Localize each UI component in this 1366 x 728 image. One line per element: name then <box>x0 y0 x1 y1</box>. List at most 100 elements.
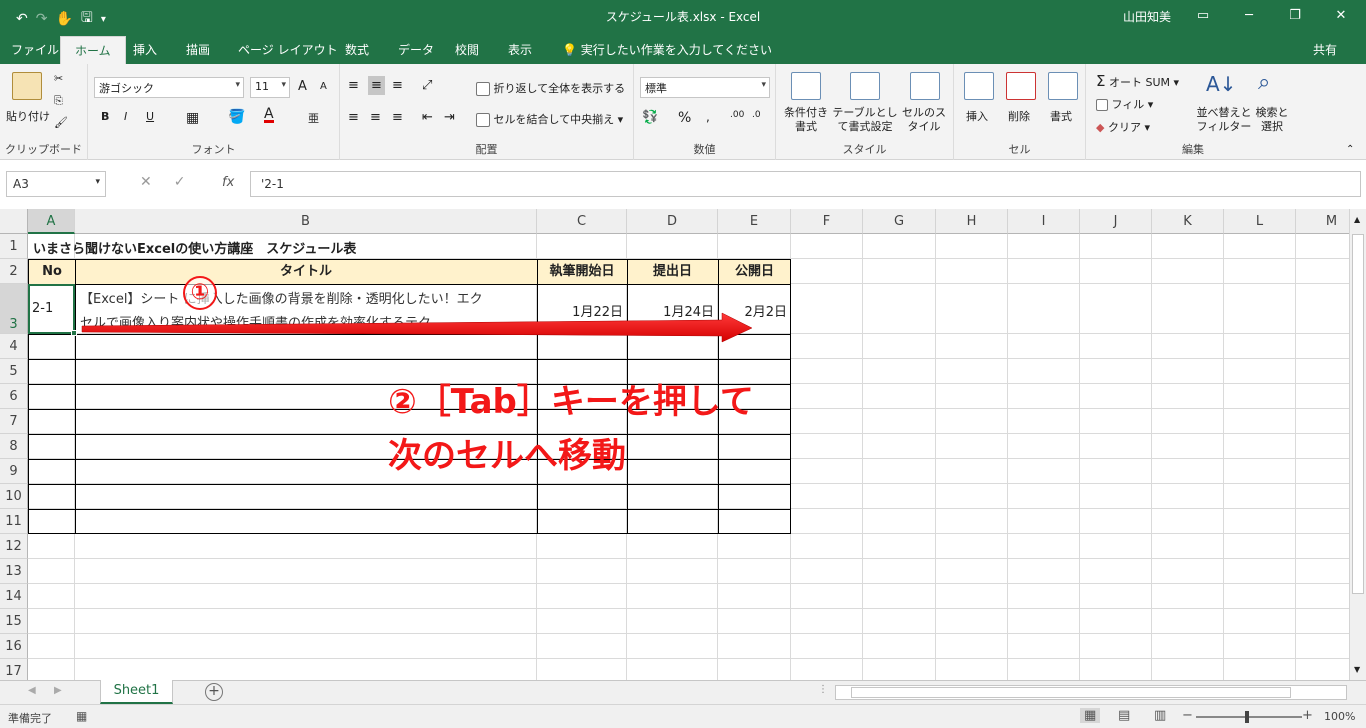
fill-color-icon[interactable]: 🪣 <box>228 109 245 125</box>
row-header-17[interactable]: 17 <box>0 659 28 680</box>
close-button[interactable]: ✕ <box>1318 2 1364 30</box>
format-as-table-icon[interactable] <box>850 72 880 100</box>
tab-formulas[interactable]: 数式 <box>345 41 369 58</box>
column-header-m[interactable]: M <box>1296 209 1349 234</box>
tab-data[interactable]: データ <box>398 41 434 58</box>
tab-file[interactable]: ファイル <box>11 41 59 58</box>
horizontal-scroll-thumb[interactable] <box>851 687 1291 698</box>
orientation-icon[interactable]: ⤢ <box>422 78 432 93</box>
next-sheet-icon[interactable]: ▶ <box>54 685 62 696</box>
restore-button[interactable]: ❐ <box>1272 2 1318 30</box>
row-header-8[interactable]: 8 <box>0 434 28 459</box>
row-header-7[interactable]: 7 <box>0 409 28 434</box>
cell-title-line1[interactable]: 【Excel】シート に挿入した画像の背景を削除・透明化したい！エク <box>80 288 483 307</box>
cell-submit-date[interactable]: 1月24日 <box>627 301 714 320</box>
tab-page-layout[interactable]: ページ レイアウト <box>238 41 338 58</box>
header-start-date[interactable]: 執筆開始日 <box>537 260 627 284</box>
formula-input[interactable]: '2-1 <box>250 171 1361 197</box>
align-bottom-icon[interactable]: ≡ <box>392 78 403 93</box>
page-layout-view-icon[interactable]: ▤ <box>1118 708 1130 723</box>
tab-view[interactable]: 表示 <box>508 41 532 58</box>
find-select-button[interactable]: 検索と選択 <box>1252 106 1292 134</box>
insert-function-button[interactable]: fx <box>222 175 234 190</box>
align-middle-icon[interactable]: ≡ <box>368 76 385 95</box>
tab-draw[interactable]: 描画 <box>186 41 210 58</box>
shrink-font-button[interactable]: A <box>320 81 327 92</box>
row-header-13[interactable]: 13 <box>0 559 28 584</box>
increase-indent-icon[interactable]: ⇥ <box>444 110 455 125</box>
fill-button[interactable]: フィル ▾ <box>1096 96 1153 112</box>
row-header-11[interactable]: 11 <box>0 509 28 534</box>
font-size-select[interactable]: 11 ▾ <box>250 77 290 98</box>
row-header-10[interactable]: 10 <box>0 484 28 509</box>
tell-me-search[interactable]: 💡 実行したい作業を入力してください <box>562 41 772 58</box>
row-header-2[interactable]: 2 <box>0 259 28 284</box>
phonetic-icon[interactable]: 亜 <box>308 110 319 126</box>
row-header-1[interactable]: 1 <box>0 234 28 259</box>
align-top-icon[interactable]: ≡ <box>348 78 359 93</box>
tab-split-handle[interactable]: ⋮ <box>818 684 828 695</box>
format-painter-icon[interactable]: 🖌 <box>54 116 68 129</box>
sheet-tab-sheet1[interactable]: Sheet1 <box>100 680 173 704</box>
collapse-ribbon-icon[interactable]: ⌃ <box>1346 144 1354 155</box>
percent-button[interactable]: % <box>678 110 691 126</box>
cell-publish-date[interactable]: 2月2日 <box>718 301 787 320</box>
header-publish-date[interactable]: 公開日 <box>718 260 791 284</box>
zoom-slider[interactable] <box>1196 716 1302 718</box>
column-header-c[interactable]: C <box>537 209 627 234</box>
normal-view-icon[interactable]: ▦ <box>1080 708 1101 723</box>
row-header-12[interactable]: 12 <box>0 534 28 559</box>
bold-button[interactable]: B <box>101 110 109 123</box>
ribbon-display-icon[interactable]: ▭ <box>1180 2 1226 30</box>
number-format-select[interactable]: 標準 ▾ <box>640 77 770 98</box>
tab-insert[interactable]: 挿入 <box>133 41 157 58</box>
zoom-out-icon[interactable]: − <box>1182 708 1193 723</box>
scroll-down-icon[interactable]: ▼ <box>1354 665 1360 674</box>
zoom-level[interactable]: 100% <box>1324 710 1355 723</box>
share-button[interactable]: 共有 <box>1313 41 1337 58</box>
conditional-format-icon[interactable] <box>791 72 821 100</box>
font-name-select[interactable]: 游ゴシック ▾ <box>94 77 244 98</box>
paste-button[interactable]: 貼り付け <box>6 108 50 124</box>
border-icon[interactable]: ▦ <box>186 110 199 126</box>
fill-handle[interactable] <box>71 330 77 336</box>
header-submit-date[interactable]: 提出日 <box>627 260 718 284</box>
cell-title-line2[interactable]: セルで画像入り案内状や操作手順書の作成を効率化するテク <box>80 312 431 331</box>
column-header-b[interactable]: B <box>75 209 537 234</box>
row-header-16[interactable]: 16 <box>0 634 28 659</box>
delete-cells-icon[interactable] <box>1006 72 1036 100</box>
row-header-3[interactable]: 3 <box>0 284 28 334</box>
cell-styles-button[interactable]: セルのスタイル <box>900 106 948 134</box>
conditional-format-button[interactable]: 条件付き書式 <box>780 106 832 134</box>
column-header-a[interactable]: A <box>28 209 75 234</box>
zoom-in-icon[interactable]: + <box>1302 708 1313 723</box>
paste-icon[interactable] <box>12 72 42 100</box>
grow-font-button[interactable]: A <box>298 79 307 94</box>
find-select-icon[interactable]: ⌕ <box>1258 70 1270 95</box>
row-header-6[interactable]: 6 <box>0 384 28 409</box>
sheet-title-cell[interactable]: いまさら聞けないExcelの使い方講座 スケジュール表 <box>33 238 356 257</box>
sort-filter-icon[interactable]: A↓ <box>1206 72 1236 96</box>
column-header-j[interactable]: J <box>1080 209 1152 234</box>
insert-cells-icon[interactable] <box>964 72 994 100</box>
underline-button[interactable]: U <box>146 110 154 123</box>
vertical-scroll-thumb[interactable] <box>1352 234 1364 594</box>
align-center-icon[interactable]: ≡ <box>370 110 381 125</box>
cell-start-date[interactable]: 1月22日 <box>537 301 623 320</box>
comma-icon[interactable]: , <box>706 110 710 124</box>
column-header-g[interactable]: G <box>863 209 936 234</box>
tab-review[interactable]: 校閲 <box>455 41 479 58</box>
autosum-button[interactable]: Σ オート SUM ▾ <box>1096 72 1179 90</box>
insert-cells-button[interactable]: 挿入 <box>966 108 988 124</box>
format-cells-icon[interactable] <box>1048 72 1078 100</box>
select-all-button[interactable] <box>0 209 28 234</box>
header-title[interactable]: タイトル <box>75 260 537 284</box>
confirm-entry-icon[interactable]: ✓ <box>174 174 186 190</box>
column-header-i[interactable]: I <box>1008 209 1080 234</box>
header-no[interactable]: No <box>29 260 75 284</box>
tab-home[interactable]: ホーム <box>60 36 126 64</box>
column-header-k[interactable]: K <box>1152 209 1224 234</box>
horizontal-scrollbar[interactable] <box>835 685 1347 700</box>
column-header-f[interactable]: F <box>791 209 863 234</box>
sort-filter-button[interactable]: 並べ替えとフィルター <box>1196 106 1252 134</box>
